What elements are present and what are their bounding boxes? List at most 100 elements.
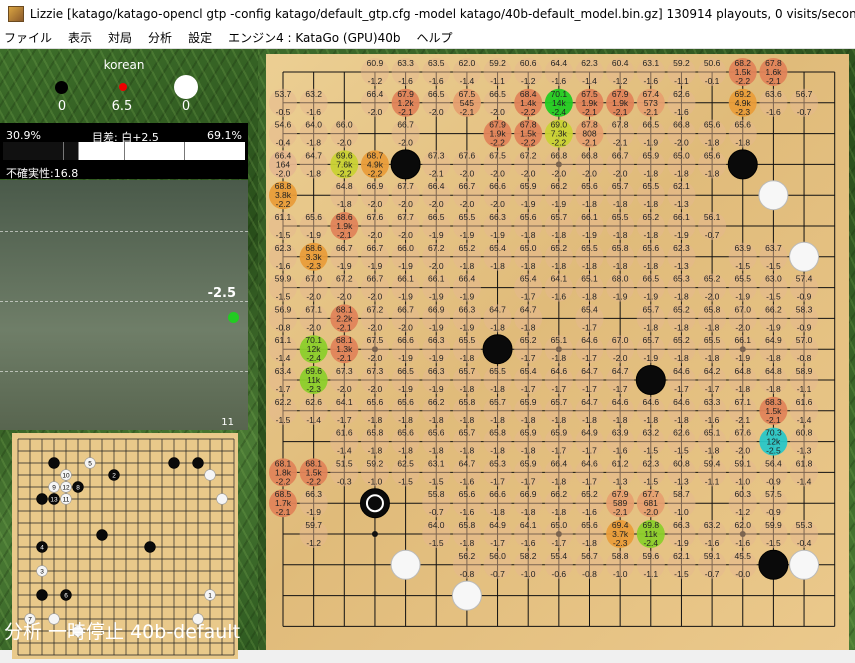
suggestion-text: 66.4 [428, 181, 445, 191]
suggestion-text: 65.7 [643, 335, 660, 345]
suggestion-text: -1.8 [521, 322, 536, 332]
white-stone [789, 549, 820, 580]
suggestion-text: 64.0 [428, 520, 445, 530]
suggestion-marker: 65.5 -1.8 [636, 181, 665, 210]
suggestion-marker: 58.8 -1.0 [606, 550, 635, 579]
suggestion-text: 66.2 [551, 181, 568, 191]
suggestion-text: 65.6 [704, 120, 721, 130]
suggestion-marker: 65.7 -1.8 [452, 366, 481, 394]
suggestion-marker: 64.1 -1.6 [514, 520, 543, 548]
suggestion-text: 67.1 [305, 304, 322, 314]
suggestion-marker: 65.4 -1.7 [514, 366, 543, 394]
menu-file[interactable]: ファイル [0, 28, 60, 48]
suggestion-marker: 64.9 -1.7 [483, 520, 512, 548]
suggestion-text: -2.0 [552, 168, 567, 178]
suggestion-text: 56.1 [704, 212, 721, 222]
suggestion-text: 61.8 [796, 458, 813, 468]
suggestion-marker: 63.2 -1.6 [299, 88, 328, 117]
suggestion-text: -2.0 [613, 353, 628, 363]
suggestion-text: -1.8 [490, 507, 505, 517]
suggestion-text: 65.4 [520, 366, 537, 376]
suggestion-marker: 65.8 -1.8 [360, 427, 389, 456]
suggestion-text: -1.6 [735, 538, 750, 548]
suggestion-text: 59.1 [704, 551, 721, 561]
menu-help[interactable]: ヘルプ [408, 28, 460, 48]
suggestion-text: -1.8 [643, 322, 658, 332]
suggestion-text: 66.7 [397, 120, 414, 130]
suggestion-marker: 65.9 -1.9 [514, 181, 543, 210]
suggestion-marker: 62.5 -1.5 [391, 458, 420, 487]
suggestion-marker: 65.5 -1.8 [483, 366, 512, 394]
suggestion-text: -2.1 [337, 353, 352, 363]
suggestion-text: -2.0 [460, 199, 475, 209]
suggestion-text: 65.1 [581, 274, 598, 284]
suggestion-text: -0.0 [735, 569, 750, 579]
variation-black-stone [144, 541, 156, 553]
suggestion-text: -1.6 [306, 107, 321, 117]
captures-panel: korean 0 6.5 0 [0, 49, 248, 121]
menu-engine[interactable]: エンジン4 : KataGo (GPU)40b [220, 28, 408, 48]
suggestion-text: 64.9 [765, 335, 782, 345]
menu-settings[interactable]: 設定 [180, 28, 220, 48]
suggestion-text: 66.0 [336, 120, 353, 130]
suggestion-text: -1.8 [460, 538, 475, 548]
go-board[interactable]: 60.9 -1.2 63.3 -1.6 63.5 -1.6 62.0 -1.4 59.2 -1.1… [266, 54, 849, 650]
suggestion-text: 65.6 [367, 397, 384, 407]
suggestion-text: -1.8 [521, 446, 536, 456]
suggestion-text: 60.8 [673, 458, 690, 468]
winrate-graph[interactable]: -2.5 11 [0, 180, 248, 430]
suggestion-text: -1.8 [552, 353, 567, 363]
suggestion-text: -1.9 [368, 261, 383, 271]
suggestion-text: -1.9 [429, 292, 444, 302]
suggestion-marker: 66.8 -2.0 [575, 150, 604, 179]
suggestion-text: 65.6 [397, 428, 414, 438]
suggestion-marker: 66.7 -2.0 [391, 119, 420, 148]
suggestion-marker: 67.3 -2.0 [330, 366, 359, 394]
suggestion-marker: 66.6 -2.0 [483, 181, 512, 210]
suggestion-text: -1.8 [582, 292, 597, 302]
winrate-tick [184, 142, 185, 160]
white-stone [789, 241, 820, 272]
suggestion-text: 55.8 [428, 489, 445, 499]
suggestion-text: -2.0 [674, 138, 689, 148]
black-stone [758, 549, 789, 580]
suggestion-marker: 59.2 -1.1 [483, 58, 512, 86]
suggestion-text: -1.3 [797, 446, 812, 456]
suggestion-marker: 65.6 -1.8 [698, 119, 727, 148]
suggestion-text: -0.8 [276, 322, 291, 332]
suggestion-marker: 66.3 -1.9 [452, 304, 481, 333]
suggestion-marker: 65.1 -1.8 [698, 427, 727, 456]
suggestion-marker: 66.3 -1.9 [422, 366, 451, 394]
suggestion-text: -2.0 [368, 230, 383, 240]
suggestion-text: -1.8 [490, 446, 505, 456]
suggestion-marker: 65.5 -1.9 [452, 212, 481, 240]
suggestion-text: 65.8 [704, 304, 721, 314]
menu-analysis[interactable]: 分析 [140, 28, 180, 48]
suggestion-text: -2.0 [368, 353, 383, 363]
menu-game[interactable]: 対局 [100, 28, 140, 48]
suggestion-marker: 66.4164-2.0 [269, 150, 297, 179]
suggestion-marker: 63.0 -1.5 [759, 273, 788, 302]
suggestion-text: -1.0 [674, 507, 689, 517]
suggestion-marker: 59.9 -1.5 [759, 520, 788, 548]
suggestion-text: -1.4 [797, 476, 812, 486]
suggestion-marker: 64.4 -1.6 [544, 58, 573, 86]
suggestion-marker: 67.2 -2.0 [422, 242, 451, 271]
suggestion-marker: 66.7 -2.0 [391, 304, 420, 333]
suggestion-text: 67.2 [428, 243, 445, 253]
suggestion-text: -1.8 [674, 168, 689, 178]
suggestion-marker: 57.4 -0.9 [790, 273, 819, 302]
suggestion-text: -1.3 [613, 476, 628, 486]
suggestion-marker: 67.6 -2.0 [360, 212, 389, 240]
suggestion-marker: 65.9 -1.7 [514, 458, 543, 487]
suggestion-marker: 68.63.3k-2.3 [299, 242, 328, 271]
suggestion-marker: 65.4 -1.7 [514, 273, 543, 302]
suggestion-marker: 58.7 -1.0 [667, 489, 696, 518]
suggestion-text: -0.4 [797, 538, 812, 548]
variation-black-stone [36, 589, 48, 601]
black-stone [482, 334, 513, 365]
menu-view[interactable]: 表示 [60, 28, 100, 48]
suggestion-marker: 68.61.9k-2.1 [330, 212, 359, 240]
suggestion-text: -1.8 [674, 353, 689, 363]
suggestion-marker: 67.6 -2.0 [452, 150, 481, 179]
